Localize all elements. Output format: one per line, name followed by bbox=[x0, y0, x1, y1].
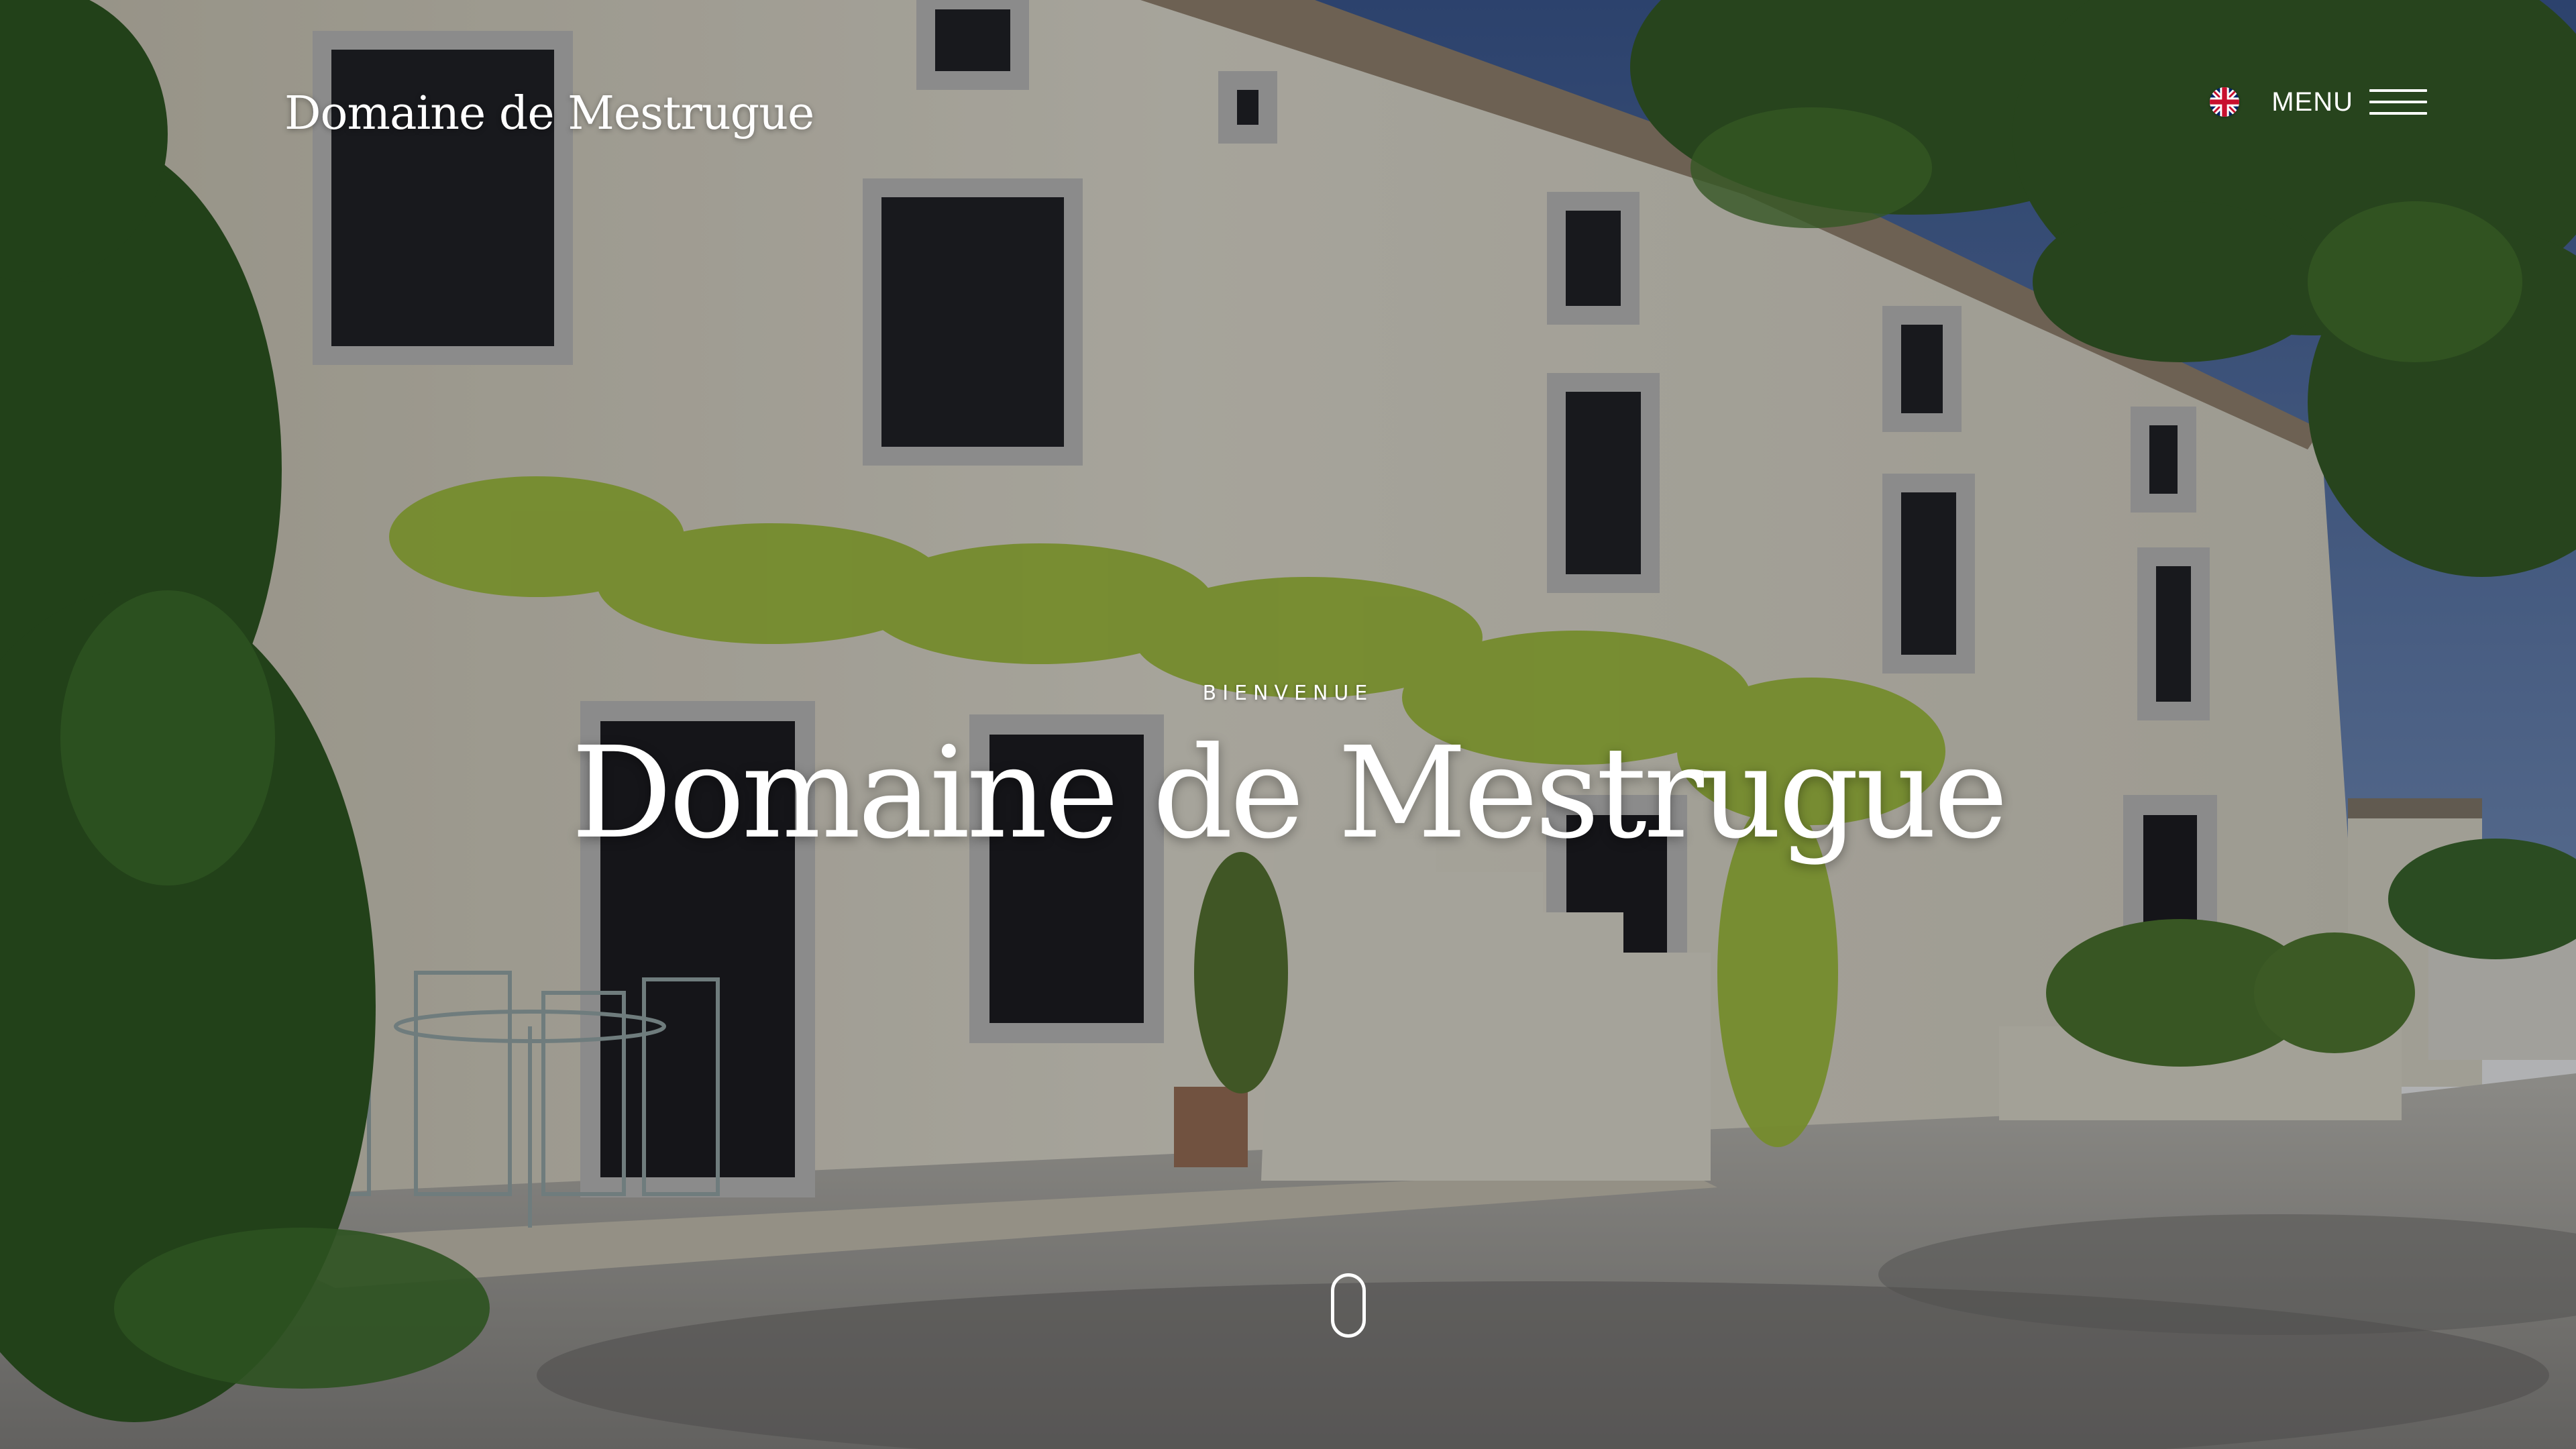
top-navigation: MENU bbox=[2210, 82, 2427, 122]
menu-label[interactable]: MENU bbox=[2271, 87, 2353, 117]
hamburger-line bbox=[2369, 89, 2427, 92]
mouse-scroll-icon[interactable] bbox=[1331, 1273, 1366, 1338]
hero-eyebrow: BIENVENUE bbox=[1202, 682, 1374, 705]
hamburger-icon[interactable] bbox=[2369, 87, 2427, 117]
uk-flag-icon[interactable] bbox=[2210, 87, 2240, 117]
hero-title: Domaine de Mestrugue bbox=[571, 720, 2008, 867]
site-brand-logo[interactable]: Domaine de Mestrugue bbox=[284, 87, 814, 140]
hamburger-line bbox=[2369, 101, 2427, 103]
hamburger-line bbox=[2369, 112, 2427, 115]
